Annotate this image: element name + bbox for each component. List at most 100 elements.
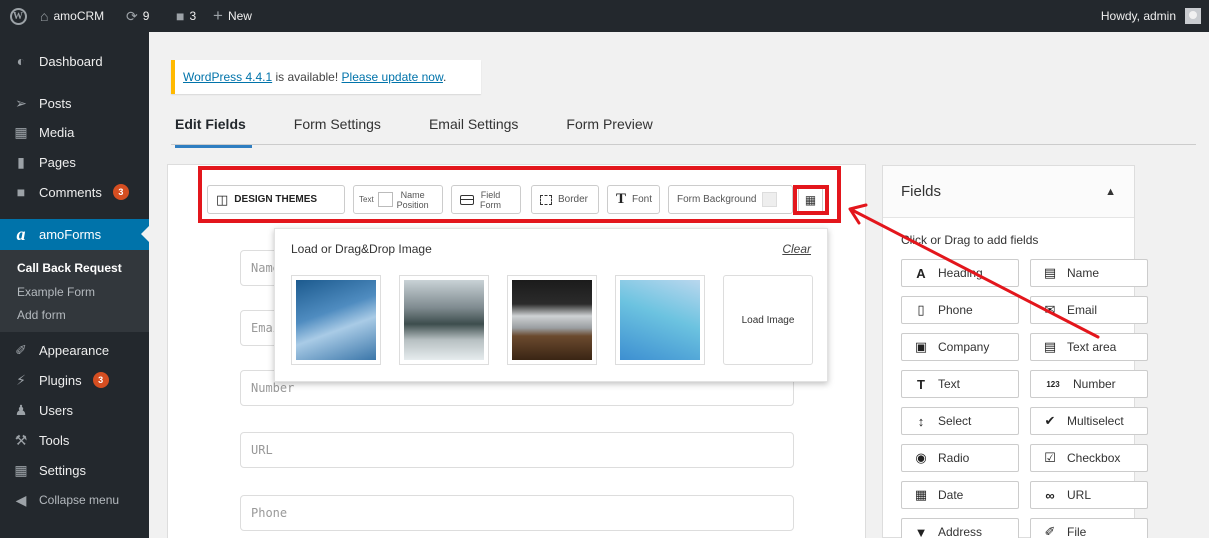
field-type-date-button[interactable]: ▦ Date [901, 481, 1019, 509]
clear-link[interactable]: Clear [782, 242, 811, 256]
phone-icon: ▯ [917, 302, 925, 317]
menu-dashboard[interactable]: ◐ Dashboard [0, 46, 149, 76]
form-background-control[interactable]: Form Background [668, 185, 793, 214]
text-name-position-control[interactable]: Text Name Position [353, 185, 443, 214]
menu-comments[interactable]: ■ Comments 3 [0, 177, 149, 207]
field-type-file-button[interactable]: ✐ File [1030, 518, 1148, 538]
menu-settings[interactable]: ▦ Settings [0, 455, 149, 485]
radio-icon: ◉ [915, 450, 927, 465]
field-type-company-button[interactable]: ▣ Company [901, 333, 1019, 361]
submenu-example-form[interactable]: Example Form [17, 285, 95, 299]
field-type-address-button[interactable]: ▼ Address [901, 518, 1019, 538]
background-thumb-laptop[interactable] [507, 275, 597, 365]
field-form-line1: Field [480, 189, 501, 200]
mountain-image [404, 280, 484, 360]
field-type-label: Name [1067, 266, 1100, 280]
background-thumb-mountain[interactable] [399, 275, 489, 365]
design-toolbar: ◫ DESIGN THEMES Text Name Position Field F… [201, 177, 830, 220]
tab-form-settings[interactable]: Form Settings [294, 116, 381, 146]
field-form-icon [460, 194, 474, 205]
load-image-button[interactable]: Load Image [723, 275, 813, 365]
wordpress-logo-icon[interactable]: W [8, 0, 28, 32]
form-field-phone[interactable]: Phone [240, 495, 794, 531]
border-button[interactable]: Border [531, 185, 599, 214]
field-type-checkbox-button[interactable]: ☑ Checkbox [1030, 444, 1148, 472]
menu-media[interactable]: ▦ Media [0, 117, 149, 147]
name-position-label: Name Position [397, 190, 429, 210]
font-icon: T [616, 191, 627, 207]
admin-bar: W ⌂ amoCRM ⟳ 9 ■ 3 + New Howdy, admin [0, 0, 1209, 32]
updates-count: 9 [142, 9, 150, 23]
field-type-email-button[interactable]: ✉ Email [1030, 296, 1148, 324]
field-type-multiselect-button[interactable]: ✔ Multiselect [1030, 407, 1148, 435]
site-name-link[interactable]: ⌂ amoCRM [40, 0, 104, 32]
background-thumb-gradient[interactable] [615, 275, 705, 365]
font-button[interactable]: T Font [607, 185, 660, 214]
menu-label: Dashboard [39, 53, 103, 69]
menu-plugins[interactable]: ⚡ Plugins 3 [0, 365, 149, 395]
menu-tools[interactable]: ⚒ Tools [0, 425, 149, 455]
field-type-text-button[interactable]: T Text [901, 370, 1019, 398]
amoforms-icon: a [16, 224, 26, 244]
update-now-link[interactable]: Please update now [342, 70, 443, 84]
laptop-image [512, 280, 592, 360]
site-name: amoCRM [53, 9, 105, 23]
field-type-radio-button[interactable]: ◉ Radio [901, 444, 1019, 472]
tab-email-settings[interactable]: Email Settings [429, 116, 518, 146]
background-image-button[interactable]: ▦ [798, 185, 823, 214]
background-thumb-sky[interactable] [291, 275, 381, 365]
fields-panel-title: Fields [901, 183, 942, 200]
link-icon: ∞ [1045, 487, 1055, 503]
field-type-phone-button[interactable]: ▯ Phone [901, 296, 1019, 324]
updates-link[interactable]: ⟳ 9 [126, 0, 149, 32]
new-content-link[interactable]: + New [213, 0, 252, 32]
checkbox-icon: ☑ [1044, 450, 1056, 465]
comments-badge: 3 [112, 184, 129, 200]
account-menu[interactable]: Howdy, admin [1101, 0, 1201, 32]
text-color-swatch[interactable] [377, 192, 393, 207]
refresh-icon: ⟳ [126, 8, 138, 24]
wrench-icon: ⚒ [14, 431, 28, 448]
field-type-select-button[interactable]: ↕ Select [901, 407, 1019, 435]
tab-form-preview[interactable]: Form Preview [566, 116, 652, 146]
form-field-url[interactable]: URL [240, 432, 794, 468]
collapse-icon: ◀ [15, 491, 27, 508]
background-color-swatch[interactable] [762, 192, 778, 207]
menu-label: Plugins [39, 372, 82, 388]
field-form-button[interactable]: Field Form [451, 185, 521, 214]
multiselect-icon: ✔ [1044, 413, 1056, 428]
comment-icon: ■ [176, 8, 185, 24]
field-type-label: File [1067, 525, 1087, 538]
chevron-up-icon[interactable]: ▲ [1105, 186, 1116, 198]
field-type-label: Checkbox [1067, 451, 1121, 465]
field-type-number-button[interactable]: 123 Number [1030, 370, 1148, 398]
field-type-name-button[interactable]: ▤ Name [1030, 259, 1148, 287]
submenu-call-back-request[interactable]: Call Back Request [17, 261, 122, 275]
field-type-label: Radio [938, 451, 970, 465]
number-icon: 123 [1046, 379, 1060, 389]
menu-amoforms[interactable]: a amoForms [0, 219, 149, 250]
menu-users[interactable]: ♟ Users [0, 395, 149, 425]
new-label: New [227, 9, 252, 23]
collapse-menu-button[interactable]: ◀ Collapse menu [0, 485, 149, 515]
menu-pages[interactable]: ▮ Pages [0, 147, 149, 177]
field-type-text-area-button[interactable]: ▤ Text area [1030, 333, 1148, 361]
tab-edit-fields[interactable]: Edit Fields [175, 116, 252, 148]
field-type-label: URL [1067, 488, 1092, 502]
menu-label: Pages [39, 154, 76, 170]
menu-posts[interactable]: ➢ Posts [0, 88, 149, 118]
wordpress-version-link[interactable]: WordPress 4.4.1 [183, 70, 272, 84]
comments-link[interactable]: ■ 3 [176, 0, 196, 32]
menu-label: Collapse menu [39, 493, 120, 507]
fields-panel-hint: Click or Drag to add fields [901, 233, 1039, 247]
fields-panel-header[interactable]: Fields ▲ [883, 166, 1134, 218]
field-type-heading-button[interactable]: A Heading [901, 259, 1019, 287]
submenu-add-form[interactable]: Add form [17, 308, 66, 322]
notice-text: is available! [272, 70, 342, 84]
design-themes-button[interactable]: ◫ DESIGN THEMES [207, 185, 345, 214]
field-type-url-button[interactable]: ∞ URL [1030, 481, 1148, 509]
tab-divider [171, 144, 1196, 145]
field-type-label: Date [938, 488, 964, 502]
menu-appearance[interactable]: ✐ Appearance [0, 335, 149, 365]
menu-label: amoForms [39, 227, 102, 242]
